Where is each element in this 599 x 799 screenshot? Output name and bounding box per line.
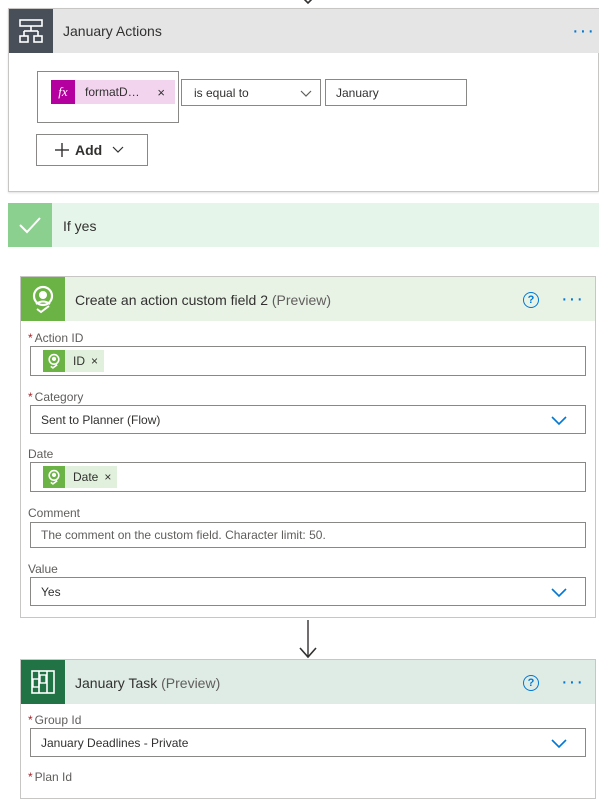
custom-field-icon	[21, 277, 65, 321]
help-icon[interactable]: ?	[523, 675, 539, 691]
action-card: Create an action custom field 2 (Preview…	[20, 276, 596, 618]
close-icon[interactable]: ×	[91, 354, 98, 368]
category-label: * Category	[28, 390, 84, 404]
condition-title: January Actions	[63, 23, 162, 39]
chevron-down-icon	[300, 90, 312, 97]
comment-label: Comment	[28, 506, 81, 520]
help-icon[interactable]: ?	[523, 292, 539, 308]
category-dropdown[interactable]: Sent to Planner (Flow)	[30, 405, 586, 434]
checkmark-icon	[8, 203, 52, 247]
action-header[interactable]: Create an action custom field 2 (Preview…	[21, 277, 595, 321]
token-label: Date	[73, 470, 99, 484]
date-field[interactable]: Date ×	[30, 462, 586, 492]
group-id-dropdown[interactable]: January Deadlines - Private	[30, 728, 586, 757]
more-icon[interactable]: ···	[572, 21, 595, 41]
if-yes-title: If yes	[63, 218, 97, 234]
dynamic-token[interactable]: Date ×	[43, 466, 118, 488]
task-header[interactable]: January Task (Preview) ? ···	[21, 660, 595, 704]
value-dropdown[interactable]: Yes	[30, 577, 586, 606]
arrow-down-icon	[299, 620, 317, 659]
custom-field-icon	[43, 350, 65, 372]
add-button[interactable]: Add	[36, 134, 148, 166]
custom-field-icon	[43, 466, 65, 488]
condition-value-input[interactable]: January	[325, 79, 467, 106]
more-icon[interactable]: ···	[561, 672, 584, 692]
plus-icon	[55, 143, 69, 157]
add-button-label: Add	[75, 142, 103, 158]
if-yes-header[interactable]: If yes	[8, 203, 599, 247]
group-id-value: January Deadlines - Private	[41, 735, 189, 750]
chevron-down-icon	[551, 416, 567, 425]
condition-icon	[9, 9, 53, 53]
arrow-down-icon	[303, 0, 313, 5]
chevron-down-icon	[551, 588, 567, 597]
dynamic-token[interactable]: ID ×	[43, 350, 105, 372]
group-id-label: * Group Id	[28, 713, 82, 727]
task-title: January Task (Preview)	[75, 675, 221, 691]
planner-icon	[21, 660, 65, 704]
token-label: ID	[73, 354, 85, 368]
plan-id-label: * Plan Id	[28, 770, 73, 784]
close-icon[interactable]: ×	[157, 85, 165, 100]
comment-placeholder: The comment on the custom field. Charact…	[41, 528, 326, 542]
comment-field[interactable]: The comment on the custom field. Charact…	[30, 522, 586, 548]
date-label: Date	[28, 447, 54, 461]
value-label: Value	[28, 562, 58, 576]
condition-value: January	[336, 85, 379, 100]
close-icon[interactable]: ×	[104, 470, 111, 484]
expression-token[interactable]: fx formatD… ×	[51, 80, 175, 104]
more-icon[interactable]: ···	[561, 289, 584, 309]
expression-token-label: formatD…	[85, 85, 140, 99]
action-title: Create an action custom field 2 (Preview…	[75, 292, 332, 308]
chevron-down-icon	[551, 739, 567, 748]
category-value: Sent to Planner (Flow)	[41, 412, 161, 427]
action-id-field[interactable]: ID ×	[30, 346, 586, 376]
chevron-down-icon	[112, 146, 124, 153]
operator-dropdown[interactable]: is equal to	[181, 79, 321, 106]
value-value: Yes	[41, 584, 61, 599]
condition-header[interactable]: January Actions ···	[9, 9, 599, 53]
action-id-label: * Action ID	[28, 331, 84, 345]
operator-value: is equal to	[194, 85, 249, 100]
fx-icon: fx	[51, 80, 75, 104]
